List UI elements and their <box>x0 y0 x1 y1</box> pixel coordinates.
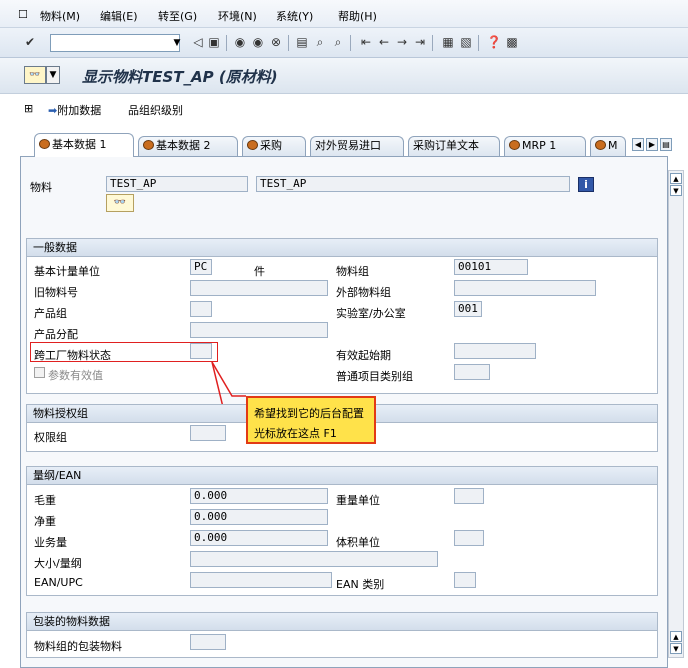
net-weight-field[interactable]: 0.000 <box>190 509 328 525</box>
scroll-up-icon[interactable]: ▲ <box>670 173 682 184</box>
auth-group-label: 权限组 <box>34 431 67 444</box>
volume-field[interactable]: 0.000 <box>190 530 328 546</box>
gross-weight-field[interactable]: 0.000 <box>190 488 328 504</box>
callout-line-2: 光标放在这点 F1 <box>254 427 337 440</box>
ean-upc-field[interactable] <box>190 572 332 588</box>
weight-unit-field[interactable] <box>454 488 484 504</box>
callout-line-1: 希望找到它的后台配置 <box>254 407 364 420</box>
scroll-up-icon[interactable]: ▲ <box>670 631 682 642</box>
tab-basic-data-1[interactable]: 基本数据 1 <box>34 133 134 157</box>
tab-status-icon <box>39 139 50 149</box>
ean-type-field[interactable] <box>454 572 476 588</box>
size-dimensions-label: 大小/量纲 <box>34 557 82 570</box>
vertical-scrollbar[interactable]: ▲ ▼ ▲ ▼ <box>668 170 684 658</box>
scroll-down-icon[interactable]: ▼ <box>670 185 682 196</box>
group-title: 包装的物料数据 <box>27 613 657 631</box>
size-dimensions-field[interactable] <box>190 551 438 567</box>
weight-unit-label: 重量单位 <box>336 494 380 507</box>
tab-label: 基本数据 1 <box>52 138 107 151</box>
auth-group-field[interactable] <box>190 425 226 441</box>
mat-group-pack-field[interactable] <box>190 634 226 650</box>
volume-unit-label: 体积单位 <box>336 536 380 549</box>
ean-type-label: EAN 类别 <box>336 578 385 591</box>
volume-unit-field[interactable] <box>454 530 484 546</box>
mat-group-pack-label: 物料组的包装物料 <box>34 640 122 653</box>
annotation-callout: 希望找到它的后台配置 光标放在这点 F1 <box>246 396 376 444</box>
gross-weight-label: 毛重 <box>34 494 56 507</box>
net-weight-label: 净重 <box>34 515 56 528</box>
scroll-down-icon[interactable]: ▼ <box>670 643 682 654</box>
volume-label: 业务量 <box>34 536 67 549</box>
group-title: 量纲/EAN <box>27 467 657 485</box>
ean-upc-label: EAN/UPC <box>34 576 83 589</box>
